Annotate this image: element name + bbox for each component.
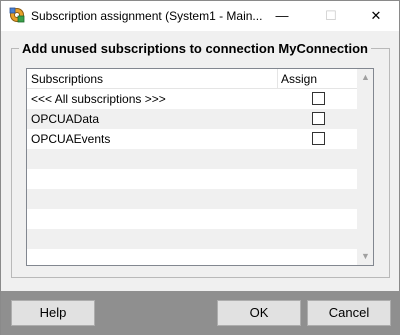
minimize-button[interactable]: —	[259, 1, 305, 31]
empty-row	[27, 229, 357, 249]
subscription-name: OPCUAEvents	[31, 132, 111, 146]
vertical-scrollbar[interactable]: ▲ ▼	[357, 69, 373, 265]
empty-row	[27, 249, 357, 265]
grid-header: Subscriptions Assign	[27, 69, 357, 89]
maximize-button: ☐	[325, 8, 337, 23]
table-row[interactable]: OPCUAEvents	[27, 129, 357, 149]
assign-checkbox[interactable]	[312, 92, 325, 105]
cancel-button[interactable]: Cancel	[307, 300, 391, 326]
column-separator[interactable]	[277, 69, 278, 89]
assign-checkbox[interactable]	[312, 132, 325, 145]
help-button[interactable]: Help	[11, 300, 95, 326]
scroll-up-icon[interactable]: ▲	[357, 69, 373, 86]
subscriptions-grid[interactable]: Subscriptions Assign <<< All subscriptio…	[26, 68, 374, 266]
column-header-subscriptions[interactable]: Subscriptions	[31, 72, 103, 86]
table-row[interactable]: OPCUAData	[27, 109, 357, 129]
empty-row	[27, 149, 357, 169]
table-row[interactable]: <<< All subscriptions >>>	[27, 89, 357, 109]
window-title: Subscription assignment (System1 - Main.…	[31, 9, 263, 23]
dialog-window: Subscription assignment (System1 - Main.…	[0, 0, 400, 335]
empty-row	[27, 189, 357, 209]
subscription-name: OPCUAData	[31, 112, 100, 126]
title-bar[interactable]: Subscription assignment (System1 - Main.…	[1, 1, 399, 31]
subscription-name: <<< All subscriptions >>>	[31, 92, 166, 106]
ok-button[interactable]: OK	[217, 300, 301, 326]
close-button[interactable]: ✕	[353, 1, 399, 31]
empty-row	[27, 169, 357, 189]
scroll-down-icon[interactable]: ▼	[357, 248, 373, 265]
assign-checkbox[interactable]	[312, 112, 325, 125]
group-title: Add unused subscriptions to connection M…	[19, 41, 371, 56]
empty-row	[27, 209, 357, 229]
gear-network-icon	[9, 7, 25, 23]
column-header-assign[interactable]: Assign	[281, 72, 317, 86]
